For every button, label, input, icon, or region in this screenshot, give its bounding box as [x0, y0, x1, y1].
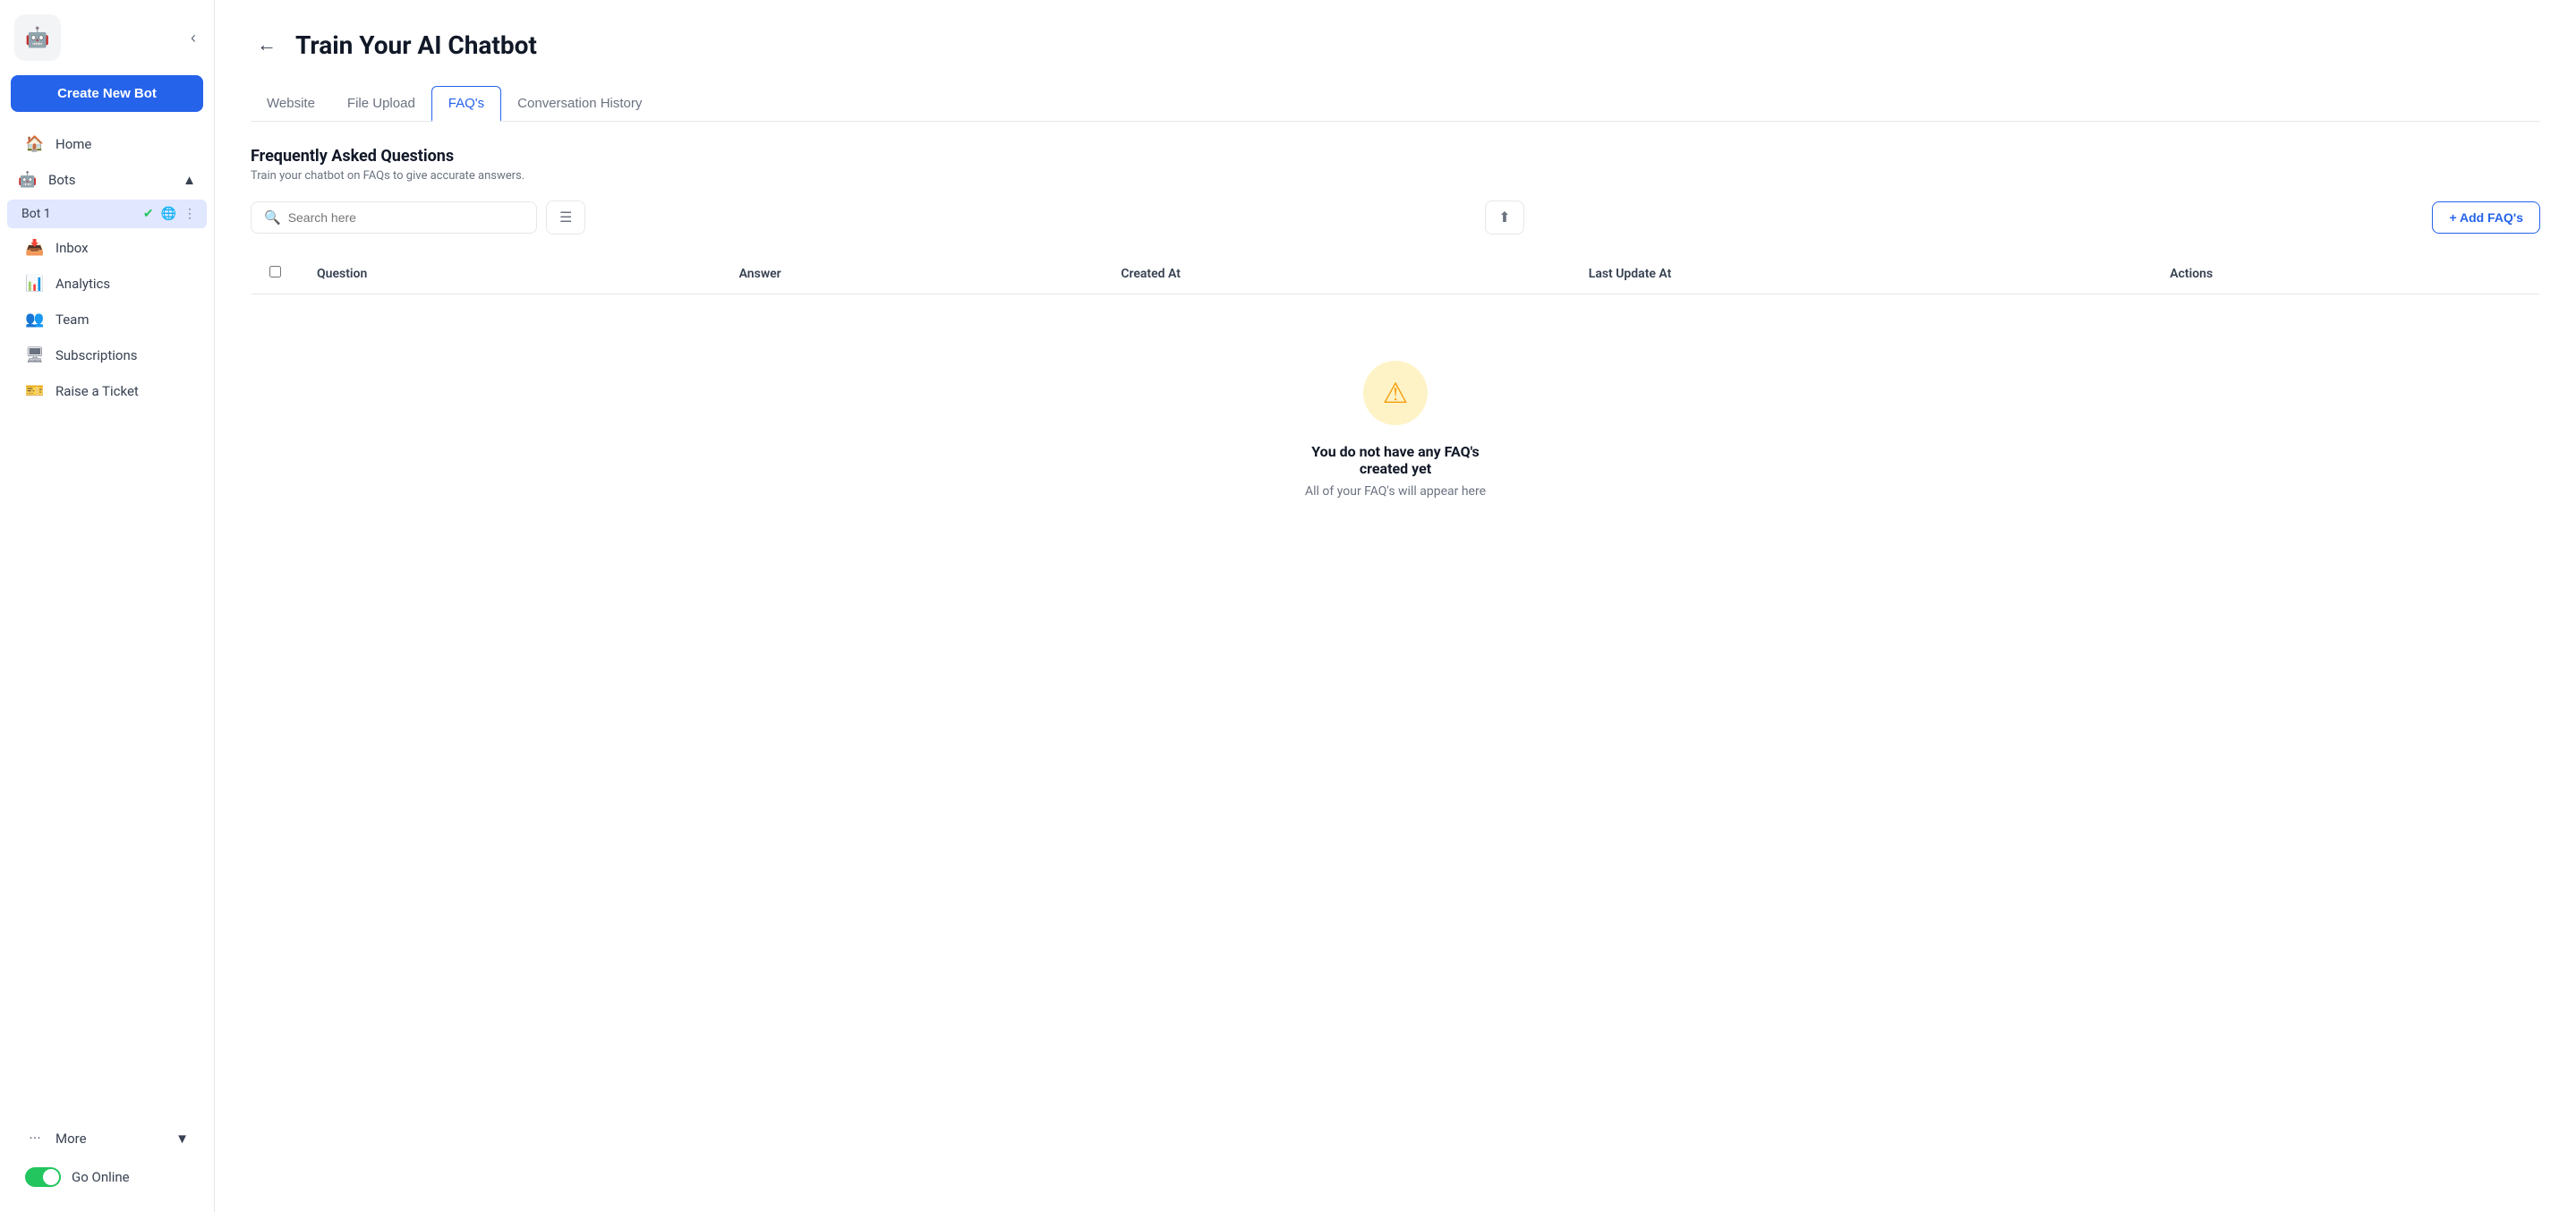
add-faq-button[interactable]: + Add FAQ's [2432, 201, 2540, 234]
sidebar-item-inbox[interactable]: 📥 Inbox [7, 230, 207, 266]
delete-button[interactable]: ☰ [546, 201, 585, 235]
tab-bar: Website File Upload FAQ's Conversation H… [251, 86, 2540, 122]
bots-icon: 🤖 [18, 171, 38, 189]
sidebar-item-bots[interactable]: 🤖 Bots ▲ [7, 162, 207, 198]
sidebar-top: 🤖 ‹ [0, 14, 214, 75]
bot-name: Bot 1 [21, 207, 136, 221]
empty-state-cell: ⚠ You do not have any FAQ'screated yet A… [252, 294, 2540, 566]
toggle-thumb [43, 1169, 59, 1185]
inbox-icon: 📥 [25, 239, 45, 257]
sidebar-item-analytics[interactable]: 📊 Analytics [7, 266, 207, 302]
delete-icon: ☰ [559, 210, 572, 226]
tab-faqs[interactable]: FAQ's [431, 86, 501, 122]
sidebar-item-label: Raise a Ticket [55, 383, 139, 399]
ticket-icon: 🎫 [25, 382, 45, 400]
bot-more-icon[interactable]: ⋮ [183, 207, 196, 221]
upload-icon: ⬆ [1498, 210, 1510, 226]
sidebar-item-subscriptions[interactable]: 🖥 Subscriptions [7, 337, 207, 373]
tab-file-upload[interactable]: File Upload [331, 86, 431, 122]
bots-section: 🤖 Bots ▲ Bot 1 ✔ 🌐 ⋮ [7, 162, 207, 228]
sidebar-item-label: Inbox [55, 240, 89, 256]
sidebar-item-more[interactable]: ··· More ▼ [7, 1121, 207, 1157]
bots-label: Bots [48, 172, 76, 188]
sidebar-item-raise-ticket[interactable]: 🎫 Raise a Ticket [7, 373, 207, 409]
analytics-icon: 📊 [25, 275, 45, 293]
collapse-button[interactable]: ‹ [187, 25, 200, 51]
sidebar-item-label: Subscriptions [55, 347, 137, 363]
go-online-label: Go Online [72, 1169, 130, 1185]
th-actions: Actions [2152, 253, 2539, 294]
tab-conversation-history[interactable]: Conversation History [501, 86, 658, 122]
warning-icon: ⚠ [1383, 376, 1409, 410]
sidebar-item-team[interactable]: 👥 Team [7, 302, 207, 337]
th-created-at: Created At [1103, 253, 1570, 294]
upload-button[interactable]: ⬆ [1485, 201, 1523, 235]
search-input[interactable] [288, 210, 524, 225]
bot-1-item[interactable]: Bot 1 ✔ 🌐 ⋮ [7, 200, 207, 228]
bots-header-left: 🤖 Bots [18, 171, 76, 189]
search-box: 🔍 [251, 201, 537, 234]
subscriptions-icon: 🖥 [25, 346, 45, 364]
sidebar-item-label: Team [55, 312, 90, 328]
faq-section: Frequently Asked Questions Train your ch… [251, 147, 2540, 566]
select-all-checkbox[interactable] [269, 266, 281, 277]
table-body: ⚠ You do not have any FAQ'screated yet A… [252, 294, 2540, 566]
sidebar: 🤖 ‹ Create New Bot 🏠 Home 🤖 Bots ▲ Bot 1… [0, 0, 215, 1212]
warning-circle: ⚠ [1363, 361, 1428, 425]
sidebar-item-label: Analytics [55, 276, 110, 292]
th-checkbox [252, 253, 300, 294]
bot-globe-icon: 🌐 [161, 207, 176, 221]
page-title: Train Your AI Chatbot [295, 30, 537, 60]
more-dots-icon: ··· [25, 1130, 45, 1148]
home-icon: 🏠 [25, 135, 45, 153]
empty-state: ⚠ You do not have any FAQ'screated yet A… [269, 307, 2521, 552]
team-icon: 👥 [25, 311, 45, 329]
more-label: More [55, 1131, 87, 1147]
faq-table: Question Answer Created At Last Update A… [251, 252, 2540, 566]
more-left: ··· More [25, 1130, 87, 1148]
sidebar-item-label: Home [55, 136, 91, 152]
back-button[interactable]: ← [251, 29, 283, 61]
go-online-toggle[interactable] [25, 1167, 61, 1187]
th-last-update: Last Update At [1571, 253, 2153, 294]
faq-section-subtitle: Train your chatbot on FAQs to give accur… [251, 169, 2540, 183]
search-icon: 🔍 [264, 209, 281, 226]
sidebar-nav: 🏠 Home 🤖 Bots ▲ Bot 1 ✔ 🌐 ⋮ 📥 Inbox [0, 126, 214, 409]
th-question: Question [299, 253, 721, 294]
create-new-bot-button[interactable]: Create New Bot [11, 75, 203, 112]
main-content: ← Train Your AI Chatbot Website File Upl… [215, 0, 2576, 1212]
table-header: Question Answer Created At Last Update A… [252, 253, 2540, 294]
tab-website[interactable]: Website [251, 86, 331, 122]
empty-state-title: You do not have any FAQ'screated yet [1311, 443, 1479, 477]
th-answer: Answer [721, 253, 1104, 294]
bot-status-icon: ✔ [143, 207, 154, 221]
page-header: ← Train Your AI Chatbot [251, 29, 2540, 61]
bots-arrow-icon: ▲ [183, 172, 196, 188]
go-online-bar: Go Online [7, 1157, 207, 1198]
logo: 🤖 [14, 14, 61, 61]
empty-state-subtitle: All of your FAQ's will appear here [1305, 484, 1486, 499]
faq-section-title: Frequently Asked Questions [251, 147, 2540, 166]
sidebar-item-home[interactable]: 🏠 Home [7, 126, 207, 162]
more-chevron-icon: ▼ [175, 1131, 189, 1147]
faq-toolbar: 🔍 ☰ ⬆ + Add FAQ's [251, 201, 2540, 235]
